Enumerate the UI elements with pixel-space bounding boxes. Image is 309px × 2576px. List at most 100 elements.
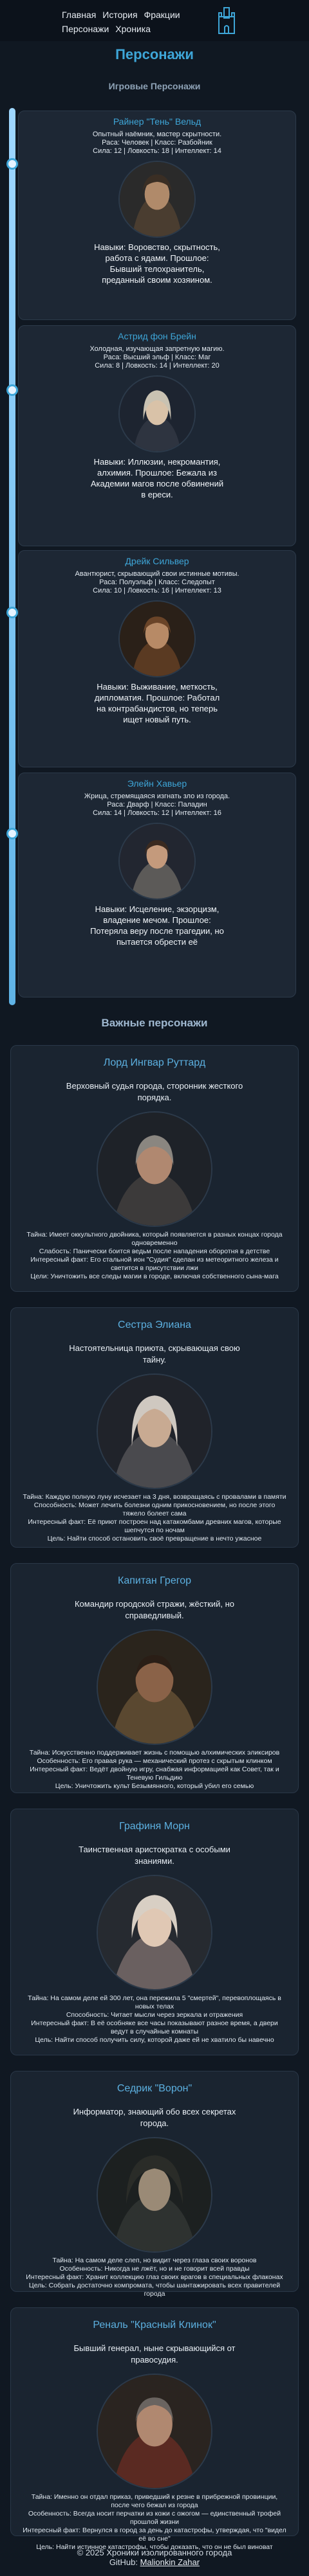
github-link[interactable]: Malionkin Zahar (140, 2557, 200, 2567)
npc-goal: Цель: Уничтожить культ Безымянного, кото… (55, 1782, 254, 1790)
npc-fact: Интересный факт: В её особняке все часы … (31, 2019, 278, 2035)
npc-feature: Особенность: Никогда не лжёт, но и не го… (59, 2265, 250, 2273)
avatar (97, 1373, 212, 1489)
npc-fact: Интересный факт: Хранит коллекцию глаз с… (26, 2273, 283, 2281)
avatar (118, 600, 196, 677)
site-footer: © 2025 Хроники изолированного города Git… (0, 2544, 309, 2576)
npc-weakness: Слабость: Панически боится ведьм после н… (39, 1248, 270, 1255)
player-name: Элейн Хавьер (127, 778, 187, 789)
npc-secret: Тайна: На самом деле слеп, но видит чере… (52, 2257, 257, 2264)
site-header: Главная История Фракции Персонажи Хроник… (0, 0, 309, 41)
npc-name: Лорд Ингвар Руттард (103, 1057, 206, 1068)
npcs-section-title: Важные персонажи (101, 1017, 208, 1029)
npc-card: Реналь "Красный Клинок" Бывший генерал, … (10, 2307, 299, 2551)
avatar (97, 2137, 212, 2253)
npc-details: Тайна: Именно он отдал приказ, приведший… (11, 2493, 298, 2552)
avatar (118, 823, 196, 900)
castle-logo-icon[interactable] (216, 5, 237, 36)
npc-goal: Цель: Найти способ остановить своё превр… (47, 1535, 262, 1543)
npc-ability: Способность: Читает мысли через зеркала … (66, 2011, 243, 2019)
player-stats: Сила: 14 | Ловкость: 12 | Интеллект: 16 (93, 809, 221, 817)
player-bio: Навыки: Иллюзии, некромантия, алхимия. П… (90, 457, 224, 499)
npc-feature: Особенность: Всегда носит перчатки из ко… (28, 2510, 281, 2526)
npc-ability: Способность: Может лечить болезни одним … (33, 1501, 276, 1517)
npc-card: Лорд Ингвар Руттард Верховный судья горо… (10, 1045, 299, 1292)
npc-details: Тайна: Каждую полную луну исчезает на 3 … (11, 1493, 298, 1543)
player-card: Дрейк Сильвер Авантюрист, скрывающий сво… (18, 550, 296, 767)
github-line: GitHub: Malionkin Zahar (0, 2557, 309, 2567)
player-stats: Сила: 10 | Ловкость: 16 | Интеллект: 13 (93, 587, 221, 595)
npc-fact: Интересный факт: Ведёт двойную игру, сна… (30, 1766, 279, 1782)
player-bio: Навыки: Исцеление, экзорцизм, владение м… (90, 904, 224, 947)
npc-role: Информатор, знающий обо всех секретах го… (73, 2107, 236, 2128)
npc-goal: Цель: Найти способ получить силу, которо… (35, 2036, 274, 2044)
main-nav: Главная История Фракции Персонажи Хроник… (62, 8, 191, 36)
timeline-dot (6, 607, 18, 618)
players-section-title: Игровые Персонажи (108, 81, 201, 91)
npc-name: Седрик "Ворон" (117, 2083, 192, 2094)
avatar (97, 1629, 212, 1745)
player-description: Авантюрист, скрывающий свои истинные мот… (75, 570, 239, 578)
npc-details: Тайна: Имеет оккультного двойника, котор… (11, 1231, 298, 1281)
npc-card: Капитан Грегор Командир городской стражи… (10, 1563, 299, 1793)
avatar (97, 2374, 212, 2489)
timeline-dot (6, 384, 18, 396)
npc-name: Реналь "Красный Клинок" (93, 2320, 216, 2330)
player-race-class: Раса: Человек | Класс: Разбойник (102, 139, 212, 147)
player-bio: Навыки: Воровство, скрытность, работа с … (94, 242, 220, 285)
npc-feature: Особенность: Его правая рука — механичес… (37, 1757, 272, 1765)
page-title: Персонажи (115, 46, 194, 62)
nav-link-factions[interactable]: Фракции (144, 10, 180, 20)
npc-role: Верховный судья города, сторонник жестко… (66, 1081, 243, 1102)
github-prefix: GitHub: (109, 2557, 138, 2567)
npc-name: Сестра Элиана (118, 1319, 191, 1330)
player-bio: Навыки: Выживание, меткость, дипломатия.… (94, 682, 220, 724)
timeline-dot (6, 158, 18, 170)
avatar (118, 375, 196, 452)
npc-name: Графиня Морн (119, 1821, 190, 1832)
player-name: Райнер "Тень" Вельд (113, 116, 201, 127)
timeline-dot (6, 828, 18, 839)
npc-details: Тайна: На самом деле слеп, но видит чере… (11, 2257, 298, 2298)
player-description: Опытный наёмник, мастер скрытности. (92, 130, 222, 138)
npc-secret: Тайна: Имеет оккультного двойника, котор… (26, 1231, 283, 1247)
npc-role: Таинственная аристократка с особыми знан… (79, 1845, 230, 1866)
nav-link-history[interactable]: История (102, 10, 137, 20)
player-race-class: Раса: Высший эльф | Класс: Маг (103, 353, 211, 361)
npc-goal: Цели: Уничтожить все следы магии в город… (30, 1273, 279, 1280)
npc-fact: Интересный факт: Вернулся в город за ден… (23, 2527, 286, 2543)
nav-link-chronicle[interactable]: Хроника (115, 24, 151, 34)
player-race-class: Раса: Дварф | Класс: Паладин (107, 801, 207, 809)
avatar (97, 1111, 212, 1227)
npc-fact: Интересный факт: Его стальной ион "Судия… (30, 1256, 279, 1272)
npc-secret: Тайна: Именно он отдал приказ, приведший… (31, 2493, 278, 2509)
npc-card: Седрик "Ворон" Информатор, знающий обо в… (10, 2071, 299, 2298)
player-stats: Сила: 8 | Ловкость: 14 | Интеллект: 20 (95, 362, 220, 370)
nav-link-home[interactable]: Главная (62, 10, 96, 20)
player-card: Элейн Хавьер Жрица, стремящаяся изгнать … (18, 773, 296, 997)
player-name: Дрейк Сильвер (125, 556, 189, 566)
npc-fact: Интересный факт: Её приют построен над к… (28, 1518, 281, 1534)
player-card: Райнер "Тень" Вельд Опытный наёмник, мас… (18, 111, 296, 320)
npc-card: Графиня Морн Таинственная аристократка с… (10, 1809, 299, 2055)
player-name: Астрид фон Брейн (118, 331, 196, 341)
npc-role: Командир городской стражи, жёсткий, но с… (74, 1599, 235, 1620)
avatar (118, 161, 196, 238)
npc-details: Тайна: Искусственно поддерживает жизнь с… (11, 1749, 298, 1791)
npc-card: Сестра Элиана Настоятельница приюта, скр… (10, 1307, 299, 1548)
player-race-class: Раса: Полуэльф | Класс: Следопыт (99, 578, 215, 586)
player-stats: Сила: 12 | Ловкость: 18 | Интеллект: 14 (93, 147, 221, 155)
npc-name: Капитан Грегор (118, 1575, 191, 1586)
player-card: Астрид фон Брейн Холодная, изучающая зап… (18, 325, 296, 546)
avatar (97, 1875, 212, 1990)
npc-goal: Цель: Собрать достаточно компромата, что… (28, 2282, 281, 2298)
player-description: Холодная, изучающая запретную магию. (89, 345, 225, 353)
npc-role: Настоятельница приюта, скрывающая свою т… (69, 1343, 240, 1364)
npc-role: Бывший генерал, ныне скрывающийся от пра… (73, 2343, 236, 2365)
timeline (5, 108, 19, 1005)
nav-link-characters[interactable]: Персонажи (62, 24, 109, 34)
npc-secret: Тайна: Искусственно поддерживает жизнь с… (29, 1749, 280, 1757)
copyright: © 2025 Хроники изолированного города (77, 2548, 232, 2557)
npc-secret: Тайна: На самом деле ей 300 лет, она пер… (28, 1994, 281, 2010)
player-description: Жрица, стремящаяся изгнать зло из города… (84, 792, 230, 800)
